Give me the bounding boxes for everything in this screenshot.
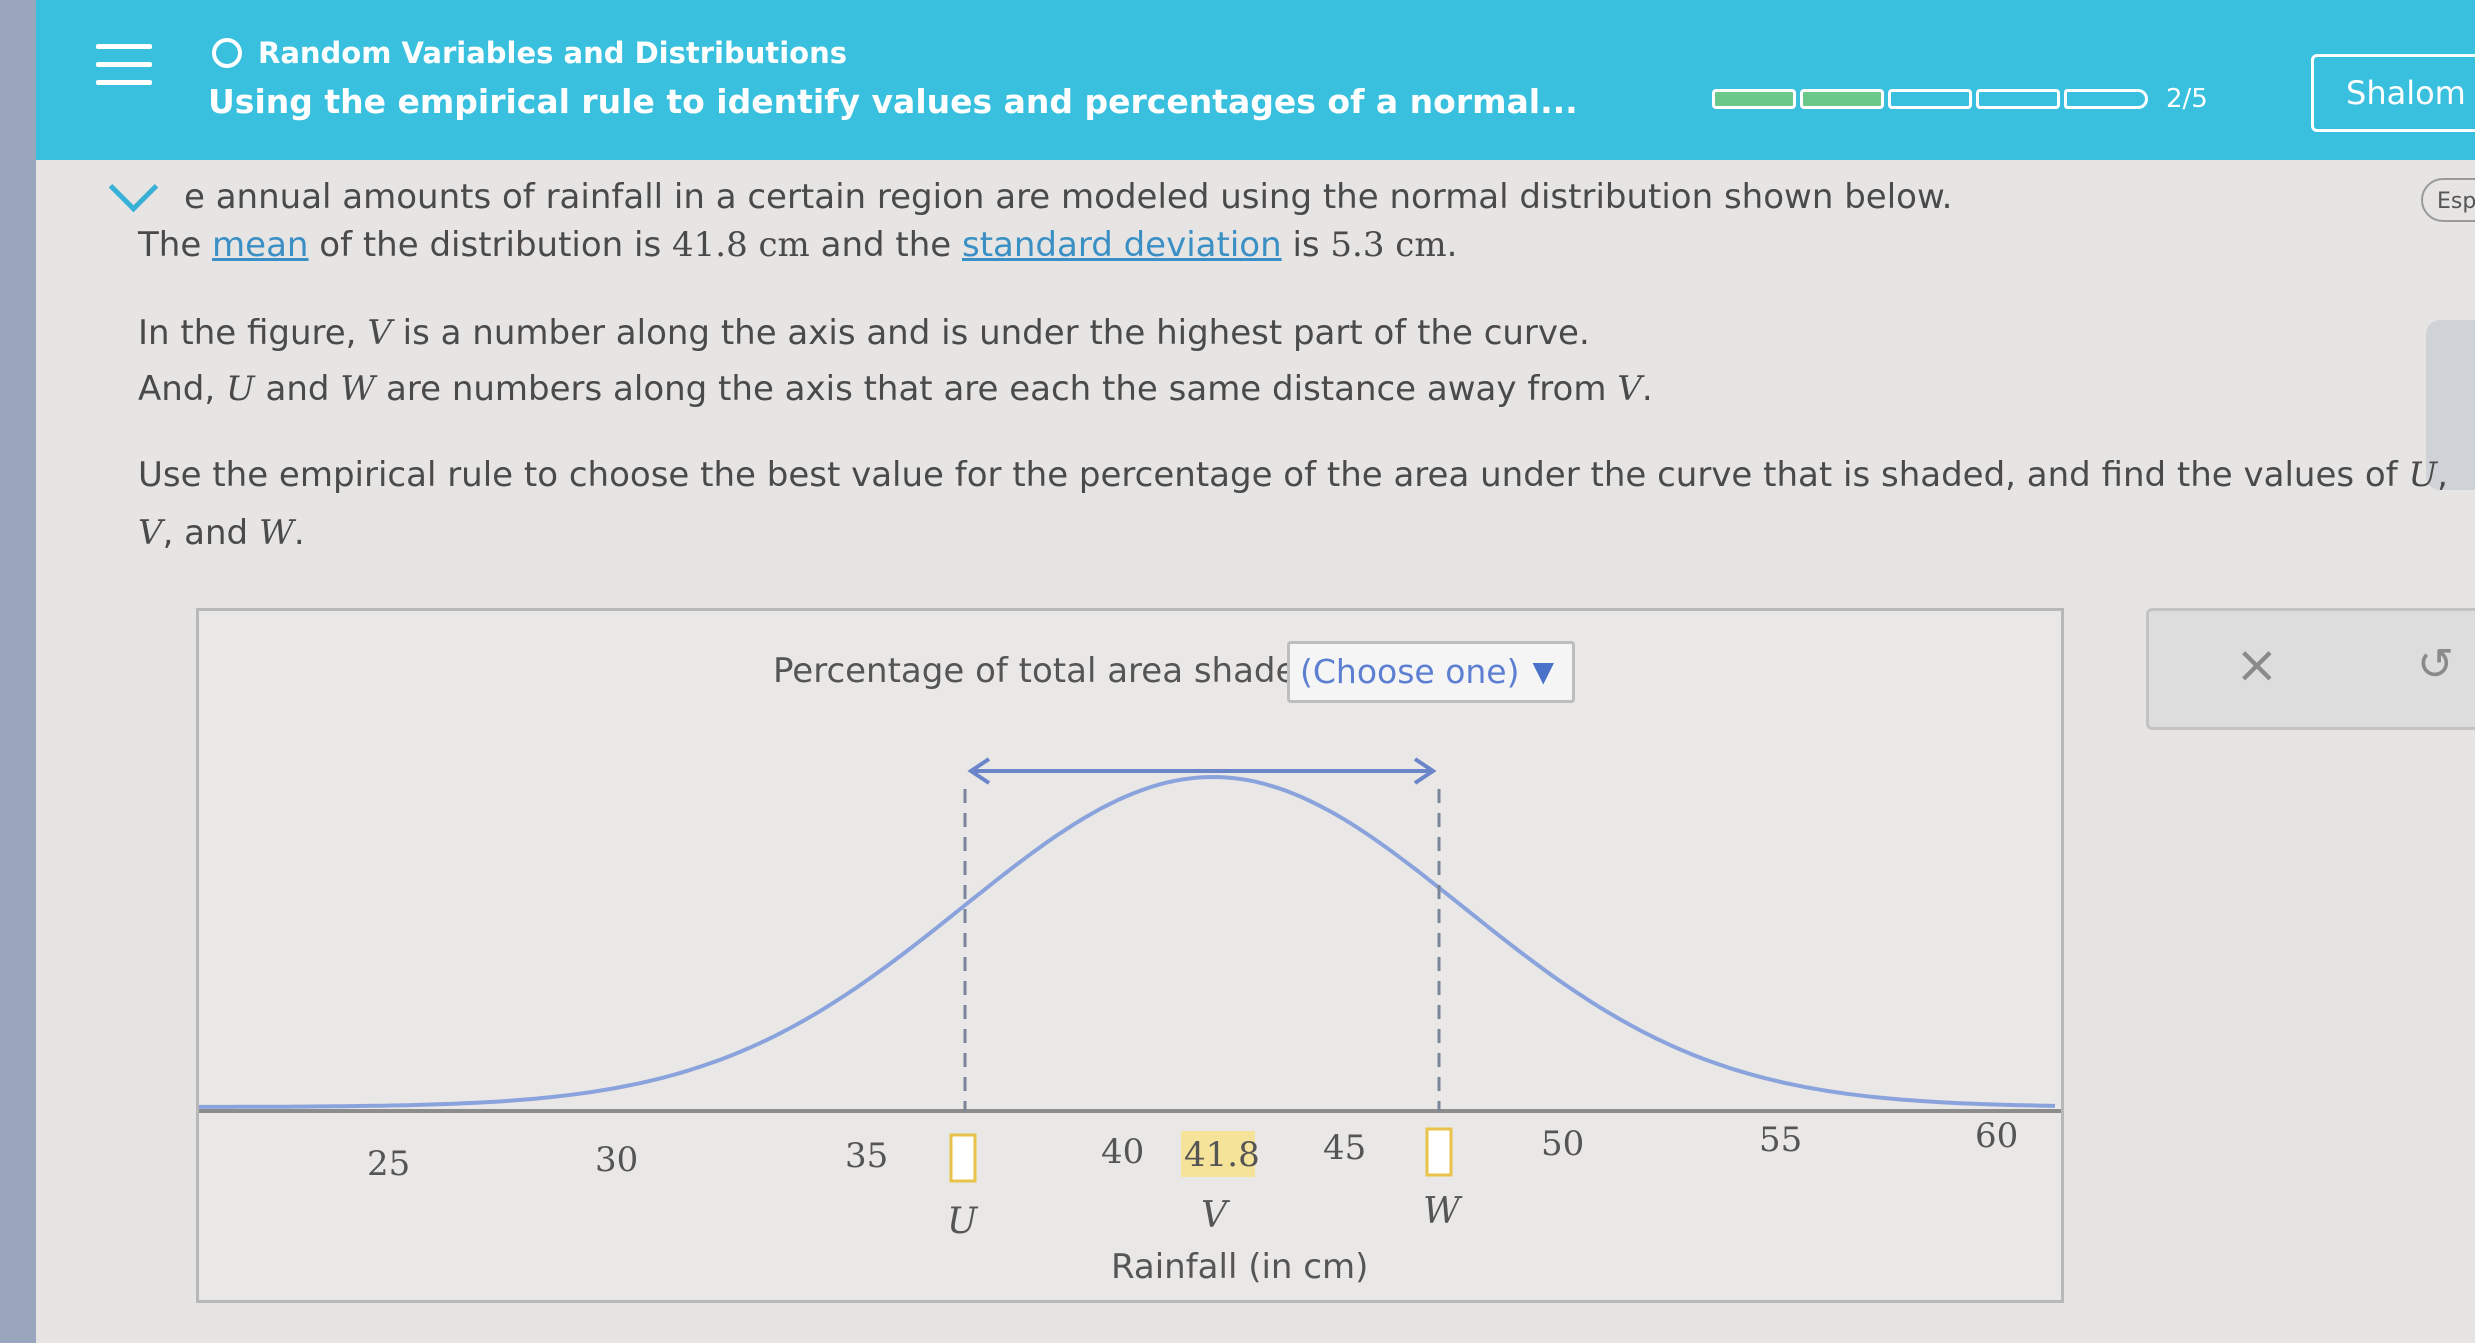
circle-icon	[212, 38, 242, 68]
w-label: W	[1423, 1191, 1463, 1232]
problem-text: of the distribution is	[308, 225, 672, 265]
problem-text: are numbers along the axis that are each…	[375, 369, 1618, 409]
undo-icon[interactable]: ↺	[2417, 639, 2454, 690]
tick-50: 50	[1541, 1124, 1584, 1164]
var-v: V	[1617, 369, 1642, 409]
var-w: W	[340, 369, 376, 409]
problem-text: Use the empirical rule to choose the bes…	[138, 455, 2409, 495]
spanish-toggle-button[interactable]: Esp	[2421, 178, 2475, 222]
close-icon[interactable]: ×	[2235, 635, 2279, 695]
problem-line-5: Use the empirical rule to choose the bes…	[138, 452, 2448, 498]
problem-line-6: V, and W.	[138, 510, 305, 556]
mean-link[interactable]: mean	[212, 225, 308, 265]
topic-title: Random Variables and Distributions	[258, 36, 847, 70]
tick-55: 55	[1759, 1120, 1802, 1160]
progress-bar: 2/5	[1712, 84, 2208, 114]
problem-text: is	[1281, 225, 1331, 265]
mean-value: 41.8 cm	[672, 225, 810, 265]
problem-text: .	[1641, 369, 1653, 409]
user-button[interactable]: Shalom	[2311, 54, 2475, 132]
tick-40: 40	[1101, 1132, 1144, 1172]
var-u: U	[226, 369, 255, 409]
problem-text: is a number along the axis and is under …	[391, 313, 1590, 353]
var-w: W	[258, 513, 294, 553]
sd-value: 5.3 cm	[1330, 225, 1447, 265]
tool-box: × ↺	[2146, 608, 2475, 730]
standard-deviation-link[interactable]: standard deviation	[962, 225, 1282, 265]
hamburger-menu-icon[interactable]	[96, 44, 152, 90]
tick-41-8: 41.8	[1184, 1135, 1260, 1175]
progress-segment	[1800, 89, 1884, 109]
chevron-down-icon[interactable]	[108, 162, 159, 213]
progress-segment	[1888, 89, 1972, 109]
normal-curve-graph: 25 30 35 40 41.8 45 50 55 60 U V W	[199, 757, 2061, 1242]
problem-text: In the figure,	[138, 313, 368, 353]
tick-45: 45	[1323, 1128, 1366, 1168]
problem-text: .	[1446, 225, 1458, 265]
problem-line-2: The mean of the distribution is 41.8 cm …	[138, 222, 1457, 268]
topic-row: Random Variables and Distributions	[212, 36, 847, 70]
screen-bezel	[0, 0, 36, 1343]
tick-35: 35	[845, 1136, 888, 1176]
var-v: V	[138, 513, 163, 553]
problem-text: .	[293, 513, 305, 553]
progress-segment	[1976, 89, 2060, 109]
main-content: Esp e annual amounts of rainfall in a ce…	[36, 160, 2475, 1343]
bell-curve	[199, 774, 2056, 1109]
problem-line-4: And, U and W are numbers along the axis …	[138, 366, 1653, 412]
problem-text: and the	[809, 225, 962, 265]
var-u: U	[2408, 455, 2438, 495]
page-title: Using the empirical rule to identify val…	[208, 82, 1578, 121]
progress-segment	[1712, 89, 1796, 109]
u-input-box[interactable]	[949, 1133, 977, 1183]
tick-30: 30	[595, 1140, 638, 1180]
progress-count: 2/5	[2166, 84, 2208, 114]
progress-segment	[2064, 89, 2148, 109]
problem-text: And,	[138, 369, 227, 409]
problem-text: , and	[162, 513, 259, 553]
problem-line-3: In the figure, V is a number along the a…	[138, 310, 1590, 356]
problem-text: ,	[2437, 455, 2448, 495]
var-v: V	[367, 313, 392, 353]
tick-60: 60	[1975, 1116, 2018, 1156]
graph-panel: Percentage of total area shaded: (Choose…	[196, 608, 2064, 1303]
tick-25: 25	[367, 1144, 410, 1184]
u-label: U	[947, 1201, 979, 1242]
x-axis-label: Rainfall (in cm)	[1111, 1247, 1369, 1287]
problem-line-1: e annual amounts of rainfall in a certai…	[184, 174, 1952, 220]
v-label: V	[1201, 1195, 1231, 1236]
header-bar: Random Variables and Distributions Using…	[36, 0, 2475, 160]
problem-text: e annual amounts of rainfall in a certai…	[184, 177, 1953, 217]
problem-text: The	[138, 225, 213, 265]
w-input-box[interactable]	[1425, 1127, 1453, 1177]
problem-text: and	[254, 369, 341, 409]
